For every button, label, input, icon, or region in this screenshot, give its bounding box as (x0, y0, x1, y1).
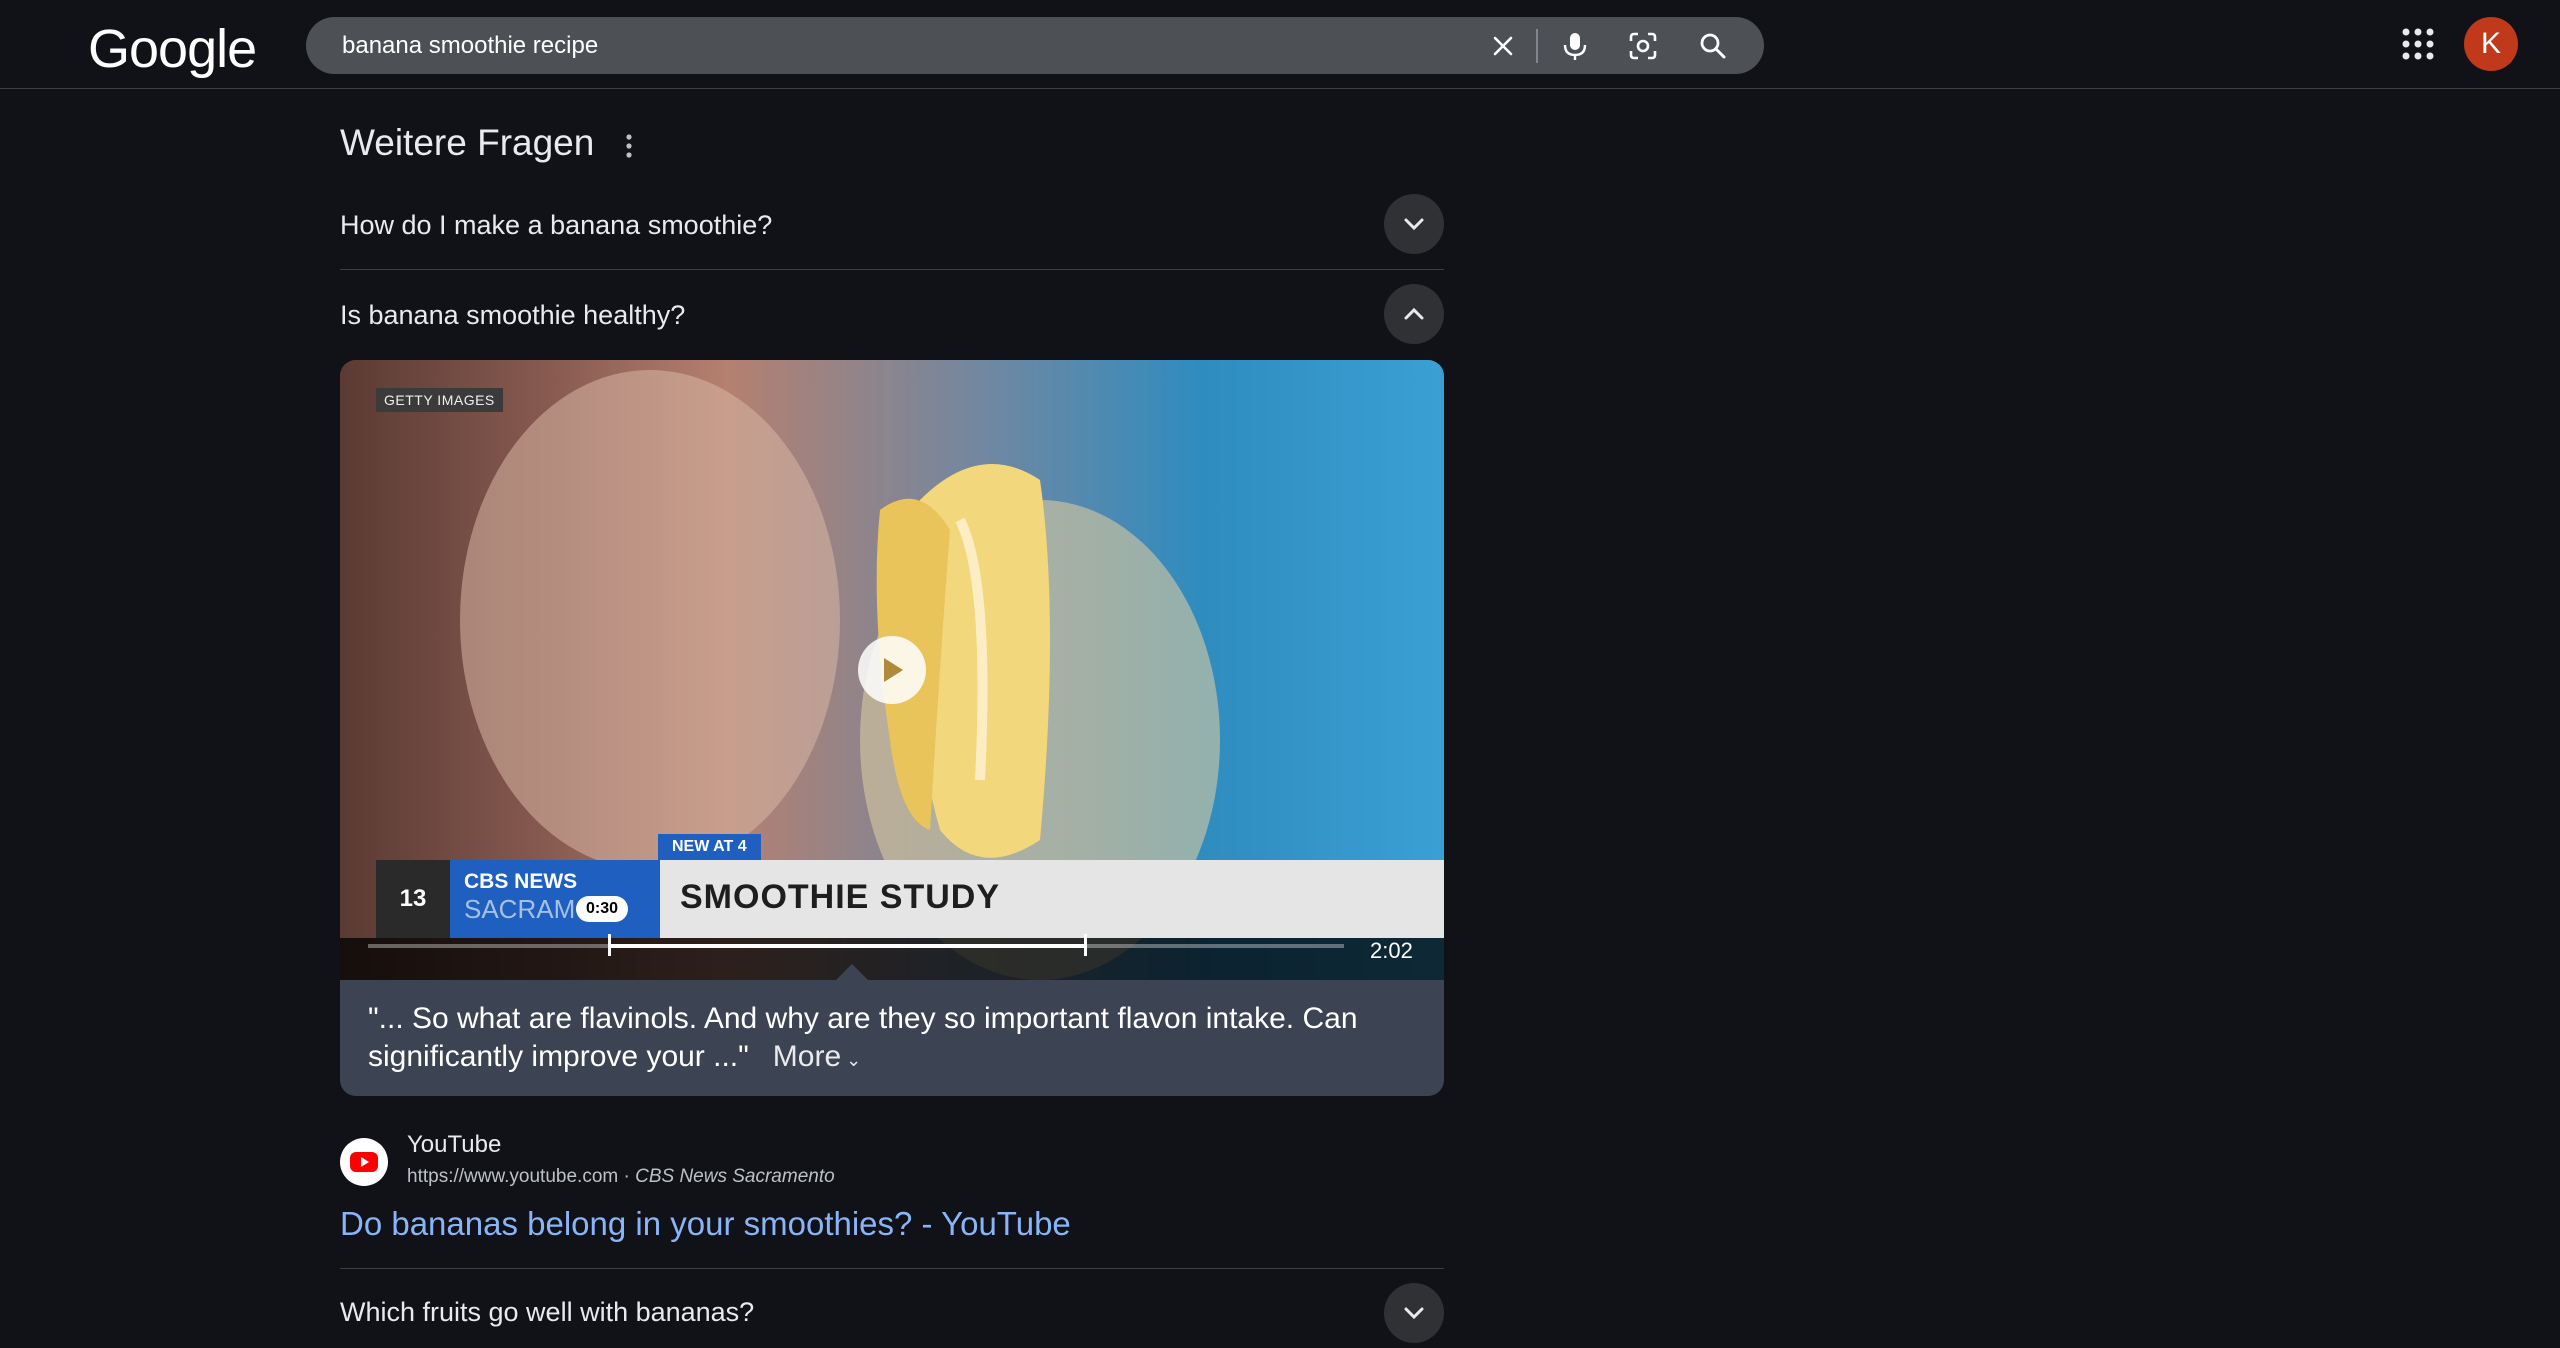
search-divider (1536, 29, 1538, 63)
chevron-down-icon[interactable] (1384, 1283, 1444, 1343)
segment-end-marker[interactable] (1084, 934, 1087, 956)
more-options-icon[interactable] (620, 132, 638, 160)
network-line1: CBS NEWS (464, 870, 578, 893)
microphone-icon[interactable] (1558, 29, 1592, 63)
news-tag: NEW AT 4 (658, 834, 761, 860)
video-answer-card: GETTY IMAGES NEW AT 4 13 CBS NEWS SACRAM… (340, 360, 1444, 1096)
quote-text: "... So what are flavinols. And why are … (368, 1002, 1358, 1073)
network-line2: SACRAM (464, 894, 576, 924)
getty-label: GETTY IMAGES (376, 388, 503, 412)
question-text[interactable]: Which fruits go well with bananas? (340, 1297, 754, 1328)
clear-icon[interactable] (1486, 29, 1520, 63)
segment-start-marker[interactable] (608, 934, 611, 956)
question-text[interactable]: Is banana smoothie healthy? (340, 300, 685, 331)
source-url: https://www.youtube.com · CBS News Sacra… (407, 1166, 835, 1188)
time-marker: 0:30 (576, 896, 629, 922)
search-bar[interactable]: banana smoothie recipe (306, 17, 1764, 74)
caret-pointer (836, 964, 868, 980)
lens-icon[interactable] (1626, 29, 1660, 63)
more-button[interactable]: More ⌄ (773, 1040, 861, 1073)
apps-grid-icon[interactable] (2400, 26, 2436, 62)
play-icon[interactable] (858, 636, 926, 704)
network-label: CBS NEWS SACRAM (450, 860, 660, 938)
section-title: Weitere Fragen (340, 122, 595, 163)
google-logo[interactable]: Google (88, 18, 257, 80)
source-name[interactable]: YouTube (407, 1131, 501, 1159)
question-row[interactable]: Is banana smoothie healthy? (340, 270, 1444, 360)
source-domain: https://www.youtube.com (407, 1166, 619, 1187)
news-headline: SMOOTHIE STUDY (680, 878, 1001, 916)
youtube-icon[interactable] (340, 1138, 388, 1186)
question-row[interactable]: Which fruits go well with bananas? (340, 1268, 1444, 1348)
station-logo: 13 (376, 860, 450, 938)
question-row[interactable]: How do I make a banana smoothie? (340, 190, 1444, 270)
result-title-link[interactable]: Do bananas belong in your smoothies? - Y… (340, 1205, 1071, 1243)
account-avatar[interactable]: K (2464, 17, 2518, 71)
progress-segment (608, 944, 1086, 948)
search-icon[interactable] (1696, 29, 1730, 63)
chevron-down-icon[interactable] (1384, 194, 1444, 254)
question-text[interactable]: How do I make a banana smoothie? (340, 210, 772, 241)
chevron-down-icon[interactable]: ⌄ (841, 1050, 861, 1070)
source-separator: · (618, 1166, 636, 1187)
top-bar: Google banana smoothie recipe K (0, 0, 2560, 89)
video-player[interactable]: GETTY IMAGES NEW AT 4 13 CBS NEWS SACRAM… (340, 360, 1444, 980)
chevron-up-icon[interactable] (1384, 284, 1444, 344)
transcript-quote: "... So what are flavinols. And why are … (368, 1000, 1418, 1079)
search-input[interactable]: banana smoothie recipe (342, 32, 598, 60)
more-label[interactable]: More (773, 1040, 841, 1073)
source-author: CBS News Sacramento (635, 1166, 835, 1187)
video-duration: 2:02 (1370, 938, 1413, 963)
